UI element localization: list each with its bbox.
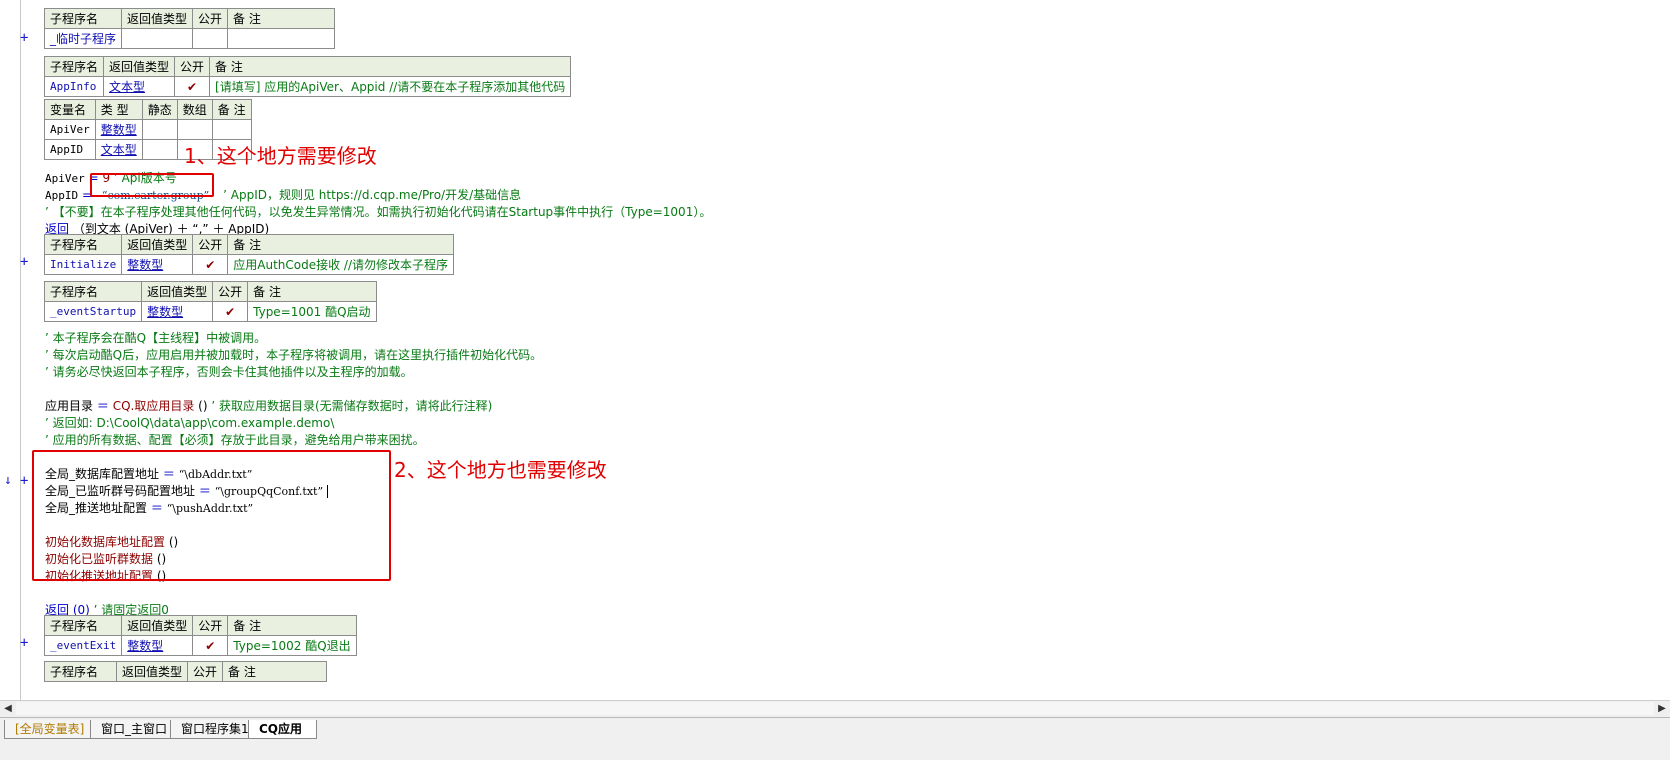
col-header-return-type: 返回值类型 xyxy=(121,8,194,29)
col-header-public: 公开 xyxy=(192,615,229,636)
public-check-icon[interactable]: ✔ xyxy=(192,254,229,275)
col-header-public: 公开 xyxy=(174,56,211,77)
var-array-cell[interactable] xyxy=(176,119,213,140)
var-note-cell[interactable] xyxy=(211,119,252,140)
col-header-public: 公开 xyxy=(187,661,224,682)
col-header-note: 备 注 xyxy=(227,8,336,29)
var-type-cell[interactable]: 整数型 xyxy=(94,119,143,140)
subroutine-name-cell[interactable]: _eventExit xyxy=(43,635,123,656)
var-name-cell[interactable]: AppID xyxy=(44,139,96,160)
col-header-public: 公开 xyxy=(192,234,229,255)
subroutine-table-eventstartup[interactable]: 子程序名 返回值类型 公开 备 注 _eventStartup 整数型 ✔ Ty… xyxy=(43,281,377,322)
public-check-icon[interactable]: ✔ xyxy=(192,635,229,656)
tab-global-vars[interactable]: [全局变量表] xyxy=(4,720,100,739)
comment-line[interactable]: ’ 请务必尽快返回本子程序，否则会卡住其他插件以及主程序的加载。 xyxy=(45,364,413,381)
col-header-note: 备 注 xyxy=(222,661,328,682)
subroutine-table-temp[interactable]: 子程序名 返回值类型 公开 备 注 _临时子程序 xyxy=(43,8,336,49)
col-header-name: 子程序名 xyxy=(43,8,123,29)
col-header-return-type: 返回值类型 xyxy=(103,56,176,77)
note-cell[interactable]: 应用AuthCode接收 //请勿修改本子程序 xyxy=(227,254,455,275)
code-line-warning-comment[interactable]: ’ 【不要】在本子程序处理其他任何代码，以免发生异常情况。如需执行初始化代码请在… xyxy=(45,204,711,221)
return-type-cell[interactable] xyxy=(121,28,194,49)
return-type-cell[interactable]: 整数型 xyxy=(141,301,214,322)
subroutine-name-cell[interactable]: Initialize xyxy=(43,254,123,275)
horizontal-scrollbar[interactable]: ◀ ▶ xyxy=(0,700,1670,718)
annotation-label-2: 2、这个地方也需要修改 xyxy=(394,458,607,482)
col-header-note: 备 注 xyxy=(247,281,377,302)
expand-plus-icon[interactable]: + xyxy=(20,474,28,488)
subroutine-table-appinfo[interactable]: 子程序名 返回值类型 公开 备 注 AppInfo 文本型 ✔ [请填写] 应用… xyxy=(43,56,572,97)
col-header-static: 静态 xyxy=(141,99,178,120)
var-name-cell[interactable]: ApiVer xyxy=(44,119,96,140)
col-header-note: 备 注 xyxy=(227,234,455,255)
expand-plus-icon[interactable]: + xyxy=(20,255,28,269)
expand-plus-icon[interactable]: + xyxy=(20,31,28,45)
col-header-note: 备 注 xyxy=(227,615,357,636)
col-header-name: 子程序名 xyxy=(43,281,143,302)
note-cell[interactable]: Type=1001 酷Q启动 xyxy=(247,301,377,322)
col-header-array: 数组 xyxy=(176,99,213,120)
col-header-public: 公开 xyxy=(192,8,229,29)
col-header-name: 子程序名 xyxy=(43,56,105,77)
public-check-icon[interactable]: ✔ xyxy=(174,76,211,97)
var-type-cell[interactable]: 文本型 xyxy=(94,139,143,160)
tab-cq-app[interactable]: CQ应用 xyxy=(248,720,318,739)
comment-line[interactable]: ’ 每次启动酷Q后，应用启用并被加载时，本子程序将被调用，请在这里执行插件初始化… xyxy=(45,347,542,364)
expand-plus-icon[interactable]: + xyxy=(20,636,28,650)
col-header-return-type: 返回值类型 xyxy=(121,234,194,255)
public-check-icon[interactable]: ✔ xyxy=(212,301,249,322)
annotation-label-1: 1、这个地方需要修改 xyxy=(184,144,377,168)
col-header-return-type: 返回值类型 xyxy=(115,661,189,682)
comment-line[interactable]: ’ 本子程序会在酷Q【主线程】中被调用。 xyxy=(45,330,266,347)
annotation-box-globals xyxy=(32,450,391,581)
return-type-cell[interactable]: 整数型 xyxy=(121,635,194,656)
scroll-right-icon[interactable]: ▶ xyxy=(1655,702,1669,716)
gutter-line xyxy=(20,0,21,712)
subroutine-table-next[interactable]: 子程序名 返回值类型 公开 备 注 xyxy=(44,661,328,682)
return-type-cell[interactable]: 文本型 xyxy=(103,76,176,97)
col-header-public: 公开 xyxy=(212,281,249,302)
code-line-appdir[interactable]: 应用目录 ＝ CQ.取应用目录 () ’ 获取应用数据目录(无需储存数据时，请将… xyxy=(45,398,492,415)
scroll-track[interactable] xyxy=(16,702,1654,715)
return-type-cell[interactable]: 整数型 xyxy=(121,254,194,275)
current-line-arrow-icon: ↓ xyxy=(4,473,12,488)
note-cell[interactable]: [请填写] 应用的ApiVer、Appid //请不要在本子程序添加其他代码 xyxy=(209,76,572,97)
col-header-var-type: 类 型 xyxy=(94,99,143,120)
note-cell[interactable]: Type=1002 酷Q退出 xyxy=(227,635,357,656)
var-static-cell[interactable] xyxy=(141,139,178,160)
col-header-name: 子程序名 xyxy=(43,234,123,255)
annotation-box-appid xyxy=(90,173,214,197)
col-header-return-type: 返回值类型 xyxy=(121,615,194,636)
tab-bar: [全局变量表] 窗口_主窗口 窗口程序集1 CQ应用 xyxy=(0,717,1670,760)
code-editor[interactable]: + + ↓ + + 子程序名 返回值类型 公开 备 注 _临时子程序 子程序名 … xyxy=(0,0,1670,712)
col-header-name: 子程序名 xyxy=(44,661,117,682)
comment-line[interactable]: ’ 返回如: D:\CoolQ\data\app\com.example.dem… xyxy=(45,415,334,432)
tab-main-window[interactable]: 窗口_主窗口 xyxy=(90,720,183,739)
col-header-return-type: 返回值类型 xyxy=(141,281,214,302)
comment-line[interactable]: ’ 应用的所有数据、配置【必须】存放于此目录，避免给用户带来困扰。 xyxy=(45,432,425,449)
scroll-left-icon[interactable]: ◀ xyxy=(1,702,15,716)
col-header-var-name: 变量名 xyxy=(44,99,96,120)
col-header-note: 备 注 xyxy=(211,99,252,120)
subroutine-name-cell[interactable]: _临时子程序 xyxy=(43,28,123,49)
var-static-cell[interactable] xyxy=(141,119,178,140)
subroutine-table-eventexit[interactable]: 子程序名 返回值类型 公开 备 注 _eventExit 整数型 ✔ Type=… xyxy=(43,615,357,656)
col-header-note: 备 注 xyxy=(209,56,572,77)
subroutine-name-cell[interactable]: AppInfo xyxy=(43,76,105,97)
partial-table-clip: 子程序名 返回值类型 公开 备 注 xyxy=(44,661,384,700)
col-header-name: 子程序名 xyxy=(43,615,123,636)
note-cell[interactable] xyxy=(227,28,336,49)
subroutine-table-initialize[interactable]: 子程序名 返回值类型 公开 备 注 Initialize 整数型 ✔ 应用Aut… xyxy=(43,234,455,275)
subroutine-name-cell[interactable]: _eventStartup xyxy=(43,301,143,322)
public-cell[interactable] xyxy=(192,28,229,49)
